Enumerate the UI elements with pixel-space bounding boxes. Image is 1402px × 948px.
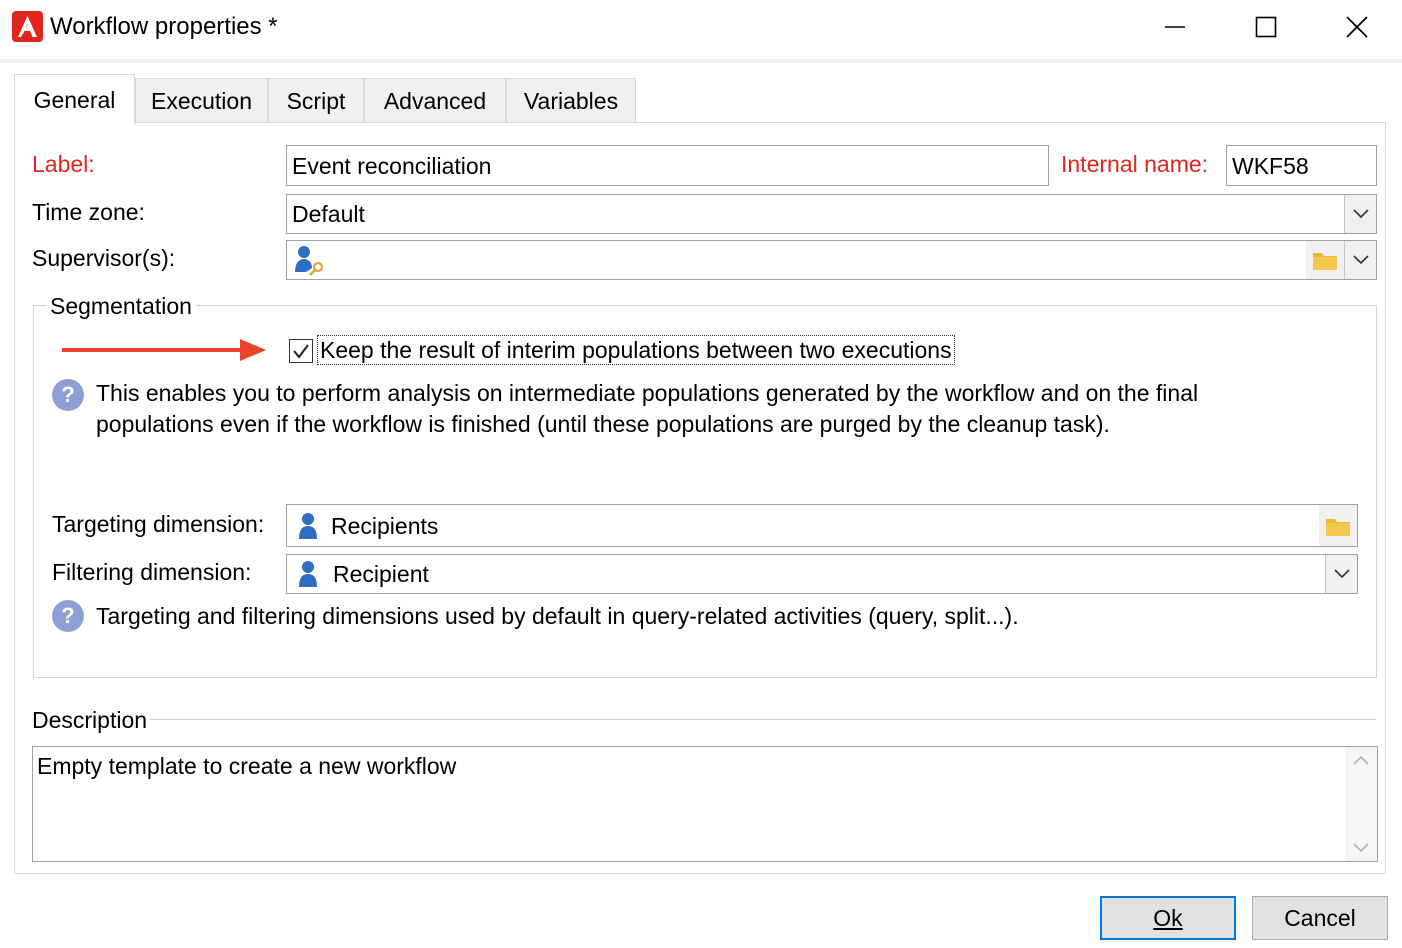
targeting-dimension-field[interactable]: Recipients	[286, 504, 1358, 547]
segmentation-help-line1: This enables you to perform analysis on …	[96, 380, 1199, 406]
cancel-label: Cancel	[1284, 904, 1356, 931]
chevron-up-icon	[1353, 755, 1369, 765]
description-scrollbar[interactable]	[1345, 747, 1377, 861]
filtering-caption: Filtering dimension:	[52, 559, 252, 585]
internal-name-field[interactable]: WKF58	[1226, 145, 1377, 186]
description-divider	[150, 719, 1376, 720]
operator-icon	[295, 246, 324, 276]
folder-icon	[1313, 253, 1337, 270]
description-textarea[interactable]: Empty template to create a new workflow	[32, 746, 1378, 862]
filtering-dimension-select[interactable]: Recipient	[286, 554, 1358, 594]
question-icon: ?	[52, 600, 84, 632]
tab-variables[interactable]: Variables	[506, 78, 636, 124]
maximize-button[interactable]	[1221, 0, 1311, 54]
ok-button[interactable]: Ok	[1100, 896, 1236, 940]
timezone-dropdown-button[interactable]	[1344, 195, 1376, 233]
title-separator	[0, 59, 1402, 63]
label-field[interactable]: Event reconciliation	[286, 145, 1049, 186]
supervisors-dropdown-button[interactable]	[1344, 241, 1376, 279]
person-icon	[299, 512, 317, 539]
internal-name-caption: Internal name:	[1061, 151, 1209, 177]
tab-advanced[interactable]: Advanced	[364, 78, 506, 124]
timezone-select[interactable]: Default	[286, 194, 1377, 234]
checkmark-icon	[293, 344, 309, 359]
filtering-dropdown-button[interactable]	[1325, 555, 1357, 593]
targeting-caption: Targeting dimension:	[52, 511, 265, 537]
adobe-campaign-icon	[12, 11, 43, 42]
segmentation-help-line2: populations even if the workflow is fini…	[96, 411, 1110, 437]
red-arrow-icon	[62, 339, 266, 361]
targeting-value: Recipients	[331, 512, 439, 539]
close-icon	[1346, 16, 1368, 38]
dimensions-help: Targeting and filtering dimensions used …	[96, 603, 1019, 629]
label-caption: Label:	[32, 151, 95, 177]
targeting-browse-button[interactable]	[1319, 505, 1357, 546]
chevron-down-icon	[1352, 255, 1369, 265]
keep-result-label[interactable]: Keep the result of interim populations b…	[317, 335, 955, 365]
ok-label: Ok	[1153, 904, 1183, 931]
question-icon: ?	[52, 379, 84, 411]
chevron-down-icon	[1353, 843, 1369, 853]
chevron-down-icon	[1333, 569, 1350, 579]
supervisors-browse-button[interactable]	[1306, 241, 1344, 279]
folder-icon	[1326, 518, 1350, 536]
close-button[interactable]	[1312, 0, 1402, 54]
cancel-button[interactable]: Cancel	[1252, 896, 1388, 940]
maximize-icon	[1255, 16, 1277, 38]
chevron-down-icon	[1352, 209, 1369, 219]
tab-execution[interactable]: Execution	[135, 78, 268, 124]
timezone-caption: Time zone:	[32, 199, 145, 225]
tab-script[interactable]: Script	[268, 78, 364, 124]
person-icon	[299, 561, 317, 587]
internal-name-value: WKF58	[1232, 152, 1309, 179]
description-title: Description	[32, 707, 148, 733]
label-field-value: Event reconciliation	[292, 152, 492, 179]
supervisors-field[interactable]	[286, 240, 1377, 280]
segmentation-title: Segmentation	[46, 292, 196, 320]
supervisors-caption: Supervisor(s):	[32, 245, 176, 271]
timezone-value: Default	[292, 201, 365, 227]
minimize-icon	[1165, 26, 1185, 28]
tab-general[interactable]: General	[14, 74, 135, 125]
description-value: Empty template to create a new workflow	[37, 753, 457, 779]
minimize-button[interactable]	[1130, 0, 1220, 54]
keep-result-checkbox[interactable]	[289, 339, 313, 363]
filtering-value: Recipient	[333, 561, 429, 587]
window-title: Workflow properties *	[50, 13, 278, 40]
